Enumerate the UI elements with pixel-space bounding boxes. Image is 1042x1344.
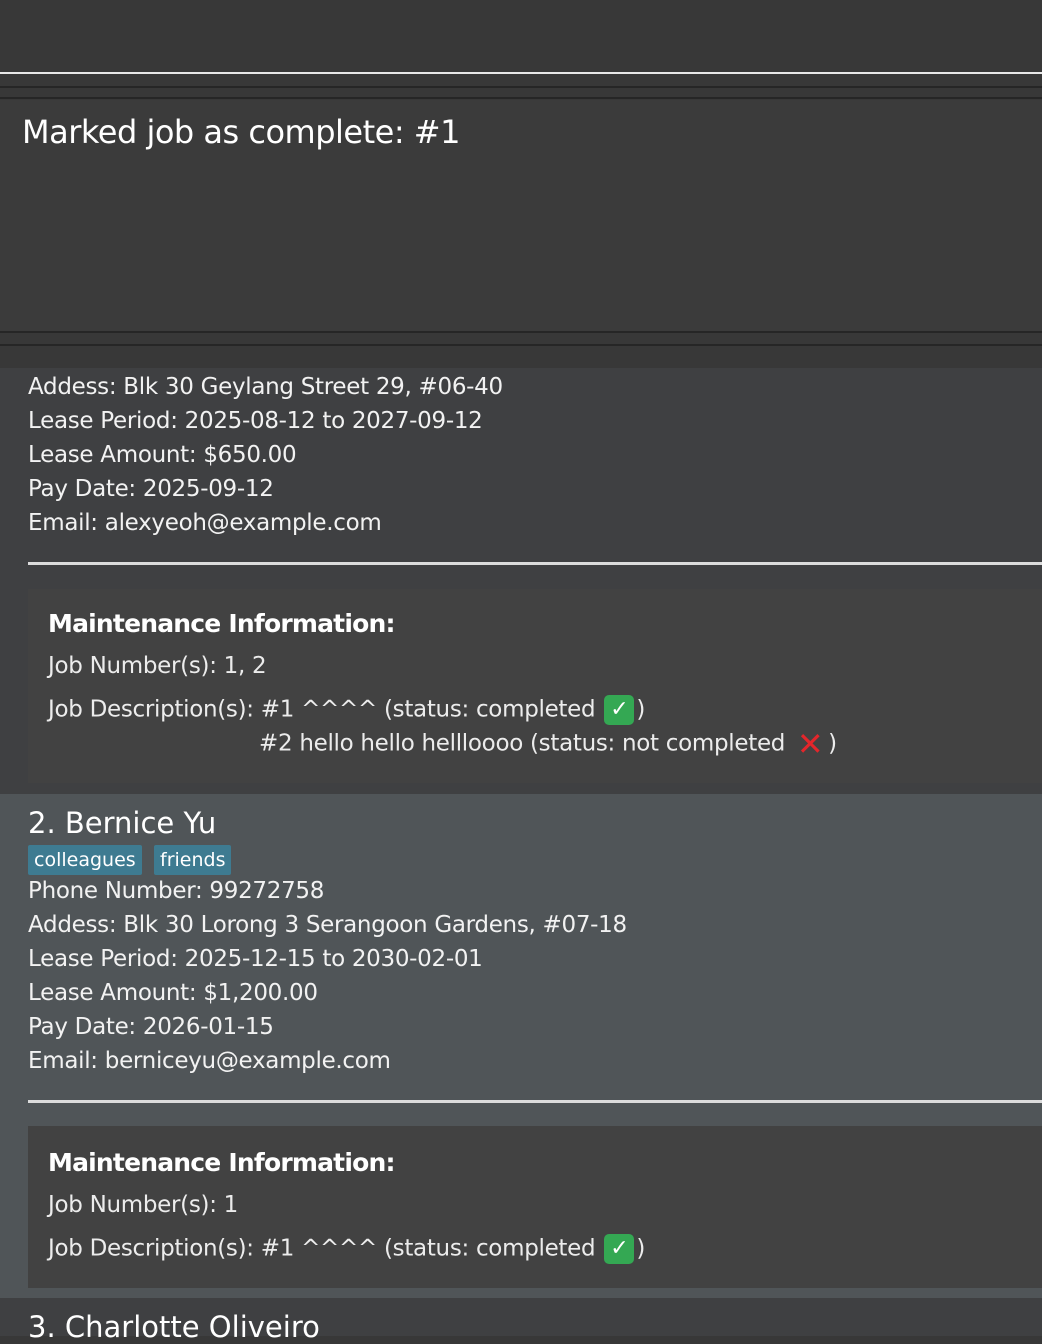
command-input[interactable] [0, 0, 1042, 72]
person-card[interactable]: Addess: Blk 30 Geylang Street 29, #06-40… [0, 368, 1042, 794]
maintenance-panel: Maintenance Information: Job Number(s): … [28, 1126, 1042, 1288]
person-name: 3. Charlotte Oliveiro [28, 1310, 320, 1344]
list-gap [0, 348, 1042, 368]
check-icon: ✓ [604, 695, 635, 725]
job-numbers: Job Number(s): 1 [48, 1192, 238, 1218]
tag-label: friends [154, 845, 232, 875]
person-lease-period: Lease Period: 2025-12-15 to 2030-02-01 [28, 946, 483, 972]
maintenance-title: Maintenance Information: [48, 609, 395, 638]
job-description: Job Description(s): #1 ^^^^ (status: com… [48, 1234, 645, 1264]
person-pay-date: Pay Date: 2025-09-12 [28, 476, 274, 502]
person-phone: Phone Number: 99272758 [28, 878, 325, 904]
person-lease-period: Lease Period: 2025-08-12 to 2027-09-12 [28, 408, 483, 434]
person-address: Addess: Blk 30 Geylang Street 29, #06-40 [28, 374, 503, 400]
job-description-close: ) [828, 730, 837, 757]
result-message: Marked job as complete: #1 [22, 113, 460, 151]
divider [0, 86, 1042, 88]
maintenance-panel: Maintenance Information: Job Number(s): … [28, 589, 1042, 783]
divider [0, 97, 1042, 99]
person-card[interactable]: 3. Charlotte Oliveiro [0, 1298, 1042, 1344]
job-description-text: #2 hello hello hellloooo (status: not co… [259, 730, 786, 757]
person-name: 2. Bernice Yu [28, 806, 217, 840]
tag-label: colleagues [28, 845, 142, 875]
job-description-close: ) [636, 1235, 646, 1262]
job-numbers: Job Number(s): 1, 2 [48, 653, 267, 679]
check-icon: ✓ [604, 1234, 635, 1264]
card-divider [28, 1100, 1042, 1103]
card-divider [28, 562, 1042, 565]
cross-icon: ✕ [796, 725, 824, 763]
divider [0, 344, 1042, 346]
person-lease-amount: Lease Amount: $650.00 [28, 442, 297, 468]
person-lease-amount: Lease Amount: $1,200.00 [28, 980, 318, 1006]
job-description-text: Job Description(s): #1 ^^^^ (status: com… [48, 696, 596, 723]
person-email: Email: berniceyu@example.com [28, 1048, 391, 1074]
job-description-close: ) [636, 696, 646, 723]
job-description: Job Description(s): #1 ^^^^ (status: com… [48, 695, 645, 725]
person-card-selected[interactable]: 2. Bernice Yu colleagues friends Phone N… [0, 794, 1042, 1298]
person-address: Addess: Blk 30 Lorong 3 Serangoon Garden… [28, 912, 627, 938]
person-email: Email: alexyeoh@example.com [28, 510, 382, 536]
divider [0, 331, 1042, 333]
job-description: #2 hello hello hellloooo (status: not co… [259, 725, 837, 763]
command-input-underline [0, 72, 1042, 74]
maintenance-title: Maintenance Information: [48, 1148, 395, 1177]
job-description-text: Job Description(s): #1 ^^^^ (status: com… [48, 1235, 596, 1262]
person-pay-date: Pay Date: 2026-01-15 [28, 1014, 274, 1040]
